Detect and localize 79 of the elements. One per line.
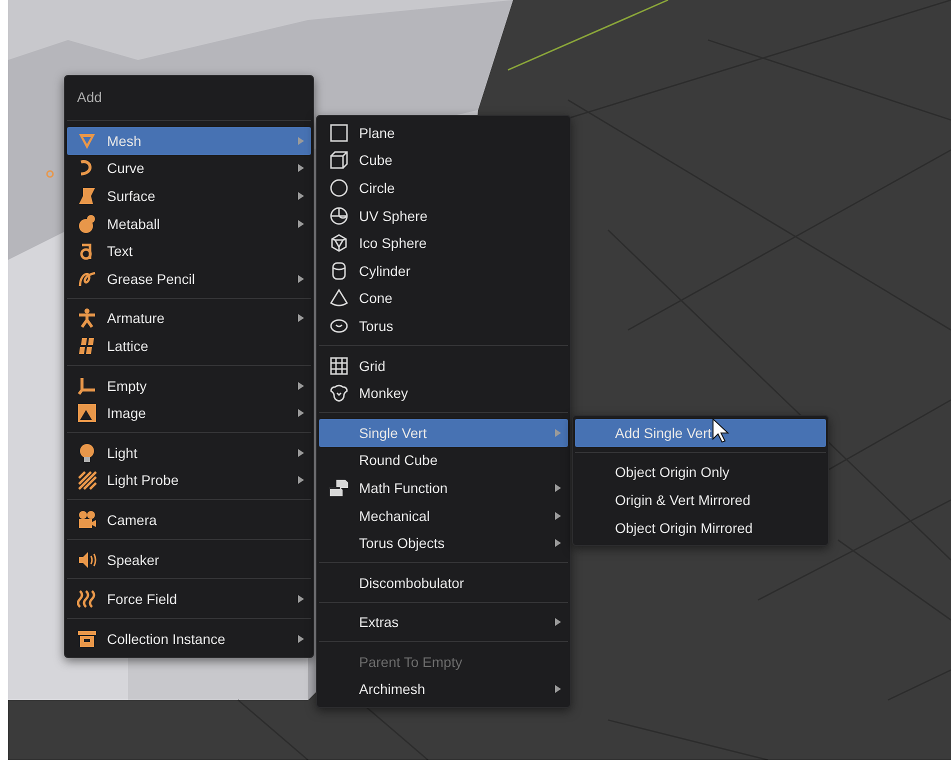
waves-icon (77, 589, 97, 610)
cone-icon (329, 288, 349, 308)
submenu-arrow-icon (297, 594, 305, 604)
monkey-head-icon (329, 383, 349, 404)
menu-item[interactable]: Object Origin Only (575, 458, 826, 486)
menu-item[interactable]: Round Cube (319, 446, 568, 474)
submenu-arrow-icon (297, 190, 305, 201)
menu-item[interactable]: Empty (67, 372, 311, 400)
submenu-arrow-icon (297, 475, 305, 486)
figure-icon (77, 308, 97, 328)
menu-item[interactable]: Cube (319, 146, 568, 174)
submenu-arrow-icon (297, 313, 305, 324)
menu-item[interactable]: Archimesh (319, 676, 568, 704)
menu-item[interactable]: Torus Objects (319, 529, 568, 557)
speaker-icon (77, 550, 97, 570)
metaball-icon (77, 214, 97, 234)
menu-item[interactable]: Torus (319, 312, 568, 340)
menu-item[interactable]: Lattice (67, 332, 311, 360)
submenu-arrow-icon (554, 684, 562, 694)
menu-item[interactable]: Math Function (319, 474, 568, 502)
menu-item[interactable]: Camera (67, 506, 311, 534)
surface-icon (77, 186, 97, 206)
menu-item[interactable]: Add Single Vert (575, 419, 826, 447)
submenu-arrow-icon (297, 408, 305, 418)
submenu-arrow-icon (297, 274, 305, 284)
menu-item[interactable]: Light Probe (67, 466, 311, 494)
mouse-pointer-icon (712, 418, 732, 444)
menu-item[interactable]: Plane (319, 119, 568, 147)
submenu-arrow-icon (297, 380, 305, 391)
stacked-boxes-icon (329, 478, 349, 498)
menu-item[interactable]: Light (67, 438, 311, 467)
grid-icon (329, 356, 349, 376)
submenu-arrow-icon (554, 510, 562, 521)
menu-item[interactable]: Grid (319, 352, 568, 380)
menu-item[interactable]: Circle (319, 174, 568, 202)
sphere-icon (329, 206, 349, 226)
empty-axes-icon (77, 376, 97, 396)
menu-item[interactable]: Monkey (319, 379, 568, 407)
submenu-arrow-icon (297, 163, 305, 174)
submenu-arrow-icon (554, 617, 562, 628)
menu-item[interactable]: Cone (319, 284, 568, 312)
menu-item[interactable]: Grease Pencil (67, 264, 311, 293)
menu-item[interactable]: Collection Instance (67, 624, 311, 652)
menu-item[interactable]: Mesh (67, 127, 311, 155)
bulb-icon (77, 442, 97, 463)
submenu-arrow-icon (554, 482, 562, 493)
menu-item[interactable]: Single Vert (319, 418, 568, 447)
menu-item[interactable]: Text (67, 237, 311, 265)
menu-item[interactable]: Discombobulator (319, 568, 568, 596)
submenu-arrow-icon (297, 218, 305, 229)
square-icon (329, 122, 349, 143)
submenu-arrow-icon (554, 538, 562, 548)
menu-item[interactable]: UV Sphere (319, 202, 568, 230)
menu-title: Add (76, 88, 103, 107)
submenu-arrow-icon (554, 428, 562, 438)
menu-item[interactable]: Origin & Vert Mirrored (575, 486, 826, 514)
hatched-icon (77, 470, 97, 490)
submenu-arrow-icon (297, 448, 305, 458)
menu-item[interactable]: Armature (67, 304, 311, 332)
camera-icon (77, 510, 97, 530)
icosphere-icon (329, 233, 349, 254)
menu-item[interactable]: Ico Sphere (319, 229, 568, 257)
menu-item[interactable]: Force Field (67, 585, 311, 613)
menu-item[interactable]: Speaker (67, 546, 311, 574)
menu-item[interactable]: Curve (67, 154, 311, 182)
box-icon (77, 628, 97, 649)
menu-item[interactable]: Metaball (67, 210, 311, 238)
submenu-arrow-icon (297, 634, 305, 644)
menu-item[interactable]: Mechanical (319, 502, 568, 530)
cube-icon (329, 150, 349, 170)
menu-item[interactable]: Surface (67, 182, 311, 210)
menu-item[interactable]: Image (67, 399, 311, 427)
menu-item[interactable]: Extras (319, 608, 568, 636)
image-icon (77, 403, 97, 424)
circle-icon (329, 178, 349, 198)
lattice-icon (77, 336, 97, 356)
menu-item[interactable]: Object Origin Mirrored (575, 514, 826, 542)
menu-item[interactable]: Cylinder (319, 256, 568, 285)
submenu-arrow-icon (297, 136, 305, 146)
